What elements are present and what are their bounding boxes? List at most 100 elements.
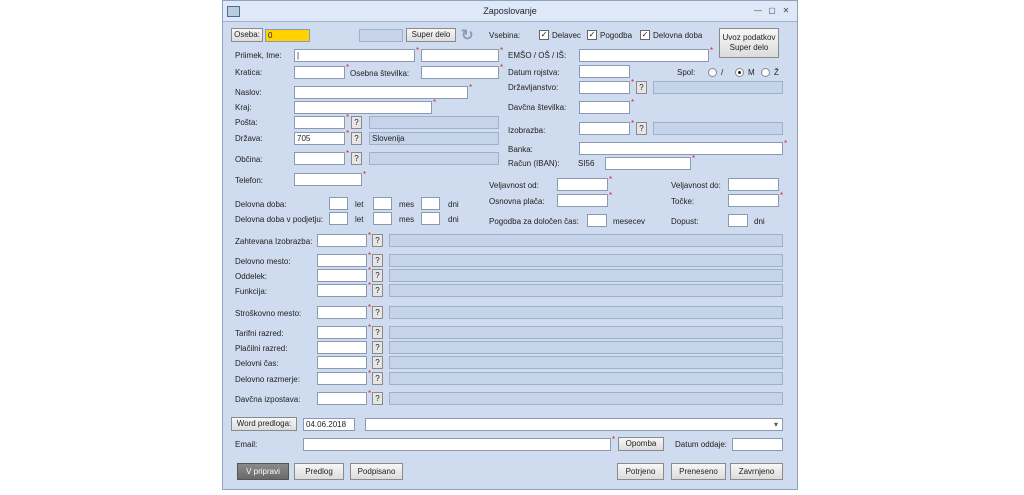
naslov-field[interactable] [294, 86, 468, 99]
placilni-razred-field[interactable] [317, 341, 367, 354]
drzava-lookup-button[interactable]: ? [351, 132, 362, 145]
required-mark: * [609, 175, 613, 184]
stroskovno-mesto-field[interactable] [317, 306, 367, 319]
kratica-field[interactable] [294, 66, 345, 79]
uvoz-podatkov-button[interactable]: Uvoz podatkov Super delo [719, 28, 779, 58]
oddelek-lookup-button[interactable]: ? [372, 269, 383, 282]
required-mark: * [368, 251, 372, 260]
posta-field[interactable] [294, 116, 345, 129]
delovno-razmerje-lookup-button[interactable]: ? [372, 372, 383, 385]
pogodba-mesecev-field[interactable] [587, 214, 607, 227]
posta-label: Pošta: [235, 118, 258, 127]
spol-label: Spol: [677, 68, 696, 77]
drzava-field[interactable]: 705 [294, 132, 345, 145]
datum-oddaje-field[interactable] [732, 438, 783, 451]
izobrazba-name-field [653, 122, 783, 135]
zahtevana-izobrazba-field[interactable] [317, 234, 367, 247]
refresh-icon[interactable]: ↻ [461, 28, 474, 43]
datum-rojstva-field[interactable] [579, 65, 630, 78]
stroskovno-mesto-lookup-button[interactable]: ? [372, 306, 383, 319]
preneseno-button[interactable]: Preneseno [671, 463, 726, 480]
chevron-down-icon[interactable]: ▾ [774, 420, 778, 430]
dni-label: dni [448, 200, 459, 209]
podjetje-dni-field[interactable] [421, 212, 440, 225]
priimek-field[interactable]: | [294, 49, 415, 62]
dopust-field[interactable] [728, 214, 748, 227]
veljavnost-do-label: Veljavnost do: [671, 181, 721, 190]
iban-field[interactable] [605, 157, 691, 170]
funkcija-lookup-button[interactable]: ? [372, 284, 383, 297]
minimize-icon[interactable]: — [753, 6, 763, 15]
delovna-doba-label: Delovna doba: [235, 200, 287, 209]
zavrnjeno-button[interactable]: Zavrnjeno [730, 463, 783, 480]
tarifni-razred-lookup-button[interactable]: ? [372, 326, 383, 339]
delovno-razmerje-name-field [389, 372, 783, 385]
funkcija-field[interactable] [317, 284, 367, 297]
davcna-izpostava-lookup-button[interactable]: ? [372, 392, 383, 405]
zahtevana-izobrazba-lookup-button[interactable]: ? [372, 234, 383, 247]
kraj-field[interactable] [294, 101, 432, 114]
obcina-lookup-button[interactable]: ? [351, 152, 362, 165]
delovno-mesto-field[interactable] [317, 254, 367, 267]
datum-oddaje-label: Datum oddaje: [675, 440, 728, 449]
delovna-doba-dni-field[interactable] [421, 197, 440, 210]
banka-field[interactable] [579, 142, 783, 155]
obcina-field[interactable] [294, 152, 345, 165]
required-mark: * [500, 46, 504, 55]
spol-z-radio[interactable] [761, 68, 770, 77]
oddelek-field[interactable] [317, 269, 367, 282]
predlog-button[interactable]: Predlog [294, 463, 344, 480]
required-mark: * [710, 46, 714, 55]
spol-m-radio[interactable] [735, 68, 744, 77]
email-field[interactable] [303, 438, 611, 451]
posta-lookup-button[interactable]: ? [351, 116, 362, 129]
dni-label: dni [448, 215, 459, 224]
telefon-field[interactable] [294, 173, 362, 186]
oseba-field[interactable]: 0 [265, 29, 310, 42]
veljavnost-do-field[interactable] [728, 178, 779, 191]
word-predloga-button[interactable]: Word predloga: [231, 417, 297, 431]
oddelek-name-field [389, 269, 783, 282]
close-icon[interactable]: ✕ [781, 6, 791, 15]
delavec-checkbox[interactable]: ✓ [539, 30, 549, 40]
potrjeno-button[interactable]: Potrjeno [617, 463, 664, 480]
podpisano-button[interactable]: Podpisano [350, 463, 403, 480]
drzavljanstvo-lookup-button[interactable]: ? [636, 81, 647, 94]
davcna-izpostava-field[interactable] [317, 392, 367, 405]
v-pripravi-button[interactable]: V pripravi [237, 463, 289, 480]
izobrazba-field[interactable] [579, 122, 630, 135]
tocke-field[interactable] [728, 194, 779, 207]
word-predloga-select[interactable] [365, 418, 783, 431]
veljavnost-od-field[interactable] [557, 178, 608, 191]
delovna-doba-mes-field[interactable] [373, 197, 392, 210]
podjetje-let-field[interactable] [329, 212, 348, 225]
zahtevana-izobrazba-label: Zahtevana Izobrazba: [235, 237, 313, 246]
oseba-button[interactable]: Oseba: [231, 28, 263, 42]
tarifni-razred-field[interactable] [317, 326, 367, 339]
delovno-razmerje-field[interactable] [317, 372, 367, 385]
delovno-mesto-lookup-button[interactable]: ? [372, 254, 383, 267]
placilni-razred-lookup-button[interactable]: ? [372, 341, 383, 354]
delovna-doba-let-field[interactable] [329, 197, 348, 210]
osnovna-placa-field[interactable] [557, 194, 608, 207]
delovni-cas-field[interactable] [317, 356, 367, 369]
required-mark: * [416, 46, 420, 55]
podjetje-mes-field[interactable] [373, 212, 392, 225]
super-delo-button[interactable]: Super delo [406, 28, 456, 42]
pogodba-checkbox[interactable]: ✓ [587, 30, 597, 40]
placilni-razred-label: Plačilni razred: [235, 344, 288, 353]
spol-none-radio[interactable] [708, 68, 717, 77]
delovni-cas-lookup-button[interactable]: ? [372, 356, 383, 369]
emso-field[interactable] [579, 49, 709, 62]
restore-icon[interactable]: ▢ [767, 6, 777, 15]
davcna-field[interactable] [579, 101, 630, 114]
delovna-doba-checkbox[interactable]: ✓ [640, 30, 650, 40]
ime-field[interactable] [421, 49, 499, 62]
drzava-name-field: Slovenija [369, 132, 499, 145]
word-predloga-date-field[interactable]: 04.06.2018 [303, 418, 355, 431]
osebna-stevilka-field[interactable] [421, 66, 499, 79]
opomba-button[interactable]: Opomba [618, 437, 664, 451]
izobrazba-lookup-button[interactable]: ? [636, 122, 647, 135]
drzavljanstvo-field[interactable] [579, 81, 630, 94]
davcna-label: Davčna številka: [508, 103, 567, 112]
